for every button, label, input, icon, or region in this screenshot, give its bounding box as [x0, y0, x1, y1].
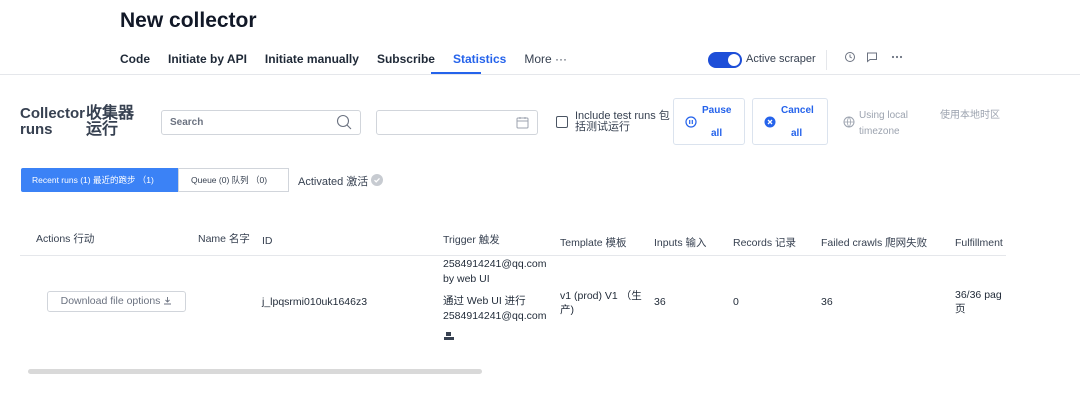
trigger-line: 2584914241@qq.com	[443, 310, 547, 322]
search-placeholder: Search	[170, 117, 204, 128]
include-test-runs-checkbox[interactable]	[556, 116, 568, 128]
toggle-knob	[728, 54, 740, 66]
date-range-input[interactable]	[376, 110, 538, 135]
tab-more[interactable]: More ···	[524, 52, 567, 66]
comment-icon[interactable]	[864, 51, 880, 67]
col-fulfillment: Fulfillment 履	[955, 237, 1006, 249]
pause-label-2: all	[711, 128, 723, 139]
row-trigger: 2584914241@qq.com by web UI 通过 Web UI 进行…	[443, 257, 553, 347]
top-nav: Code Initiate by API Initiate manually S…	[120, 52, 585, 66]
tab-initiate-manually[interactable]: Initiate manually	[265, 52, 359, 66]
local-timezone-label[interactable]: Using local timezone	[859, 108, 919, 140]
trigger-line: by web UI	[443, 273, 490, 285]
header-divider-line	[0, 74, 1080, 75]
web-ui-icon	[444, 332, 454, 340]
trigger-line: 通过 Web UI 进行	[443, 295, 526, 307]
tab-activated[interactable]: Activated 激活	[298, 173, 368, 189]
table-header-divider	[20, 255, 1006, 256]
globe-icon	[843, 116, 855, 128]
col-trigger: Trigger 触发	[443, 234, 500, 246]
page-title: New collector	[120, 9, 257, 32]
col-id: ID	[262, 235, 273, 247]
clock-icon[interactable]	[842, 51, 858, 67]
horizontal-scrollbar[interactable]	[28, 369, 482, 374]
tab-recent-runs[interactable]: Recent runs (1) 最近的跑步 （1)	[21, 168, 178, 192]
local-timezone-zh: 使用本地时区	[940, 110, 1000, 121]
calendar-icon	[516, 117, 529, 129]
tab-queue[interactable]: Queue (0) 队列 （0)	[178, 168, 289, 192]
active-scraper-label: Active scraper	[746, 53, 816, 65]
check-circle-icon	[371, 174, 383, 186]
download-icon	[164, 297, 172, 305]
cancel-all-button[interactable]: Cancel all	[752, 98, 828, 145]
col-inputs: Inputs 输入	[654, 237, 707, 249]
col-actions: Actions 行动	[36, 233, 95, 245]
col-template: Template 模板	[560, 237, 627, 249]
pause-icon	[685, 116, 697, 128]
tab-statistics[interactable]: Statistics	[453, 52, 506, 66]
header-divider	[826, 50, 827, 70]
col-name: Name 名字	[198, 233, 250, 245]
tab-code[interactable]: Code	[120, 52, 150, 66]
row-template: v1 (prod) V1 （生产)	[560, 290, 642, 316]
col-failed-crawls: Failed crawls 爬网失败	[821, 237, 928, 249]
search-icon	[336, 114, 352, 130]
active-scraper-toggle[interactable]	[708, 52, 742, 68]
download-label: Download file options	[60, 295, 161, 307]
row-failed-crawls: 36	[821, 296, 833, 308]
download-file-options-button[interactable]: Download file options	[47, 291, 186, 312]
pause-label-1: Pause	[702, 105, 732, 116]
trigger-line: 2584914241@qq.com	[443, 258, 547, 270]
more-icon[interactable]	[889, 51, 905, 67]
col-records: Records 记录	[733, 237, 797, 249]
row-records: 0	[733, 296, 739, 308]
row-id[interactable]: j_lpqsrmi010uk1646z3	[262, 296, 367, 308]
section-title-zh: 收集器运行	[86, 105, 135, 138]
cancel-label-2: all	[791, 128, 803, 139]
row-fulfillment: 36/36 pag 页	[955, 289, 1002, 315]
row-inputs: 36	[654, 296, 666, 308]
pause-all-button[interactable]: Pause all	[673, 98, 745, 145]
cancel-icon	[764, 116, 776, 128]
tab-subscribe[interactable]: Subscribe	[377, 52, 435, 66]
include-test-runs-label: Include test runs 包括测试运行	[575, 110, 670, 133]
cancel-label-1: Cancel	[781, 105, 814, 116]
tab-initiate-by-api[interactable]: Initiate by API	[168, 52, 247, 66]
search-input[interactable]: Search	[161, 110, 361, 135]
section-title-en: Collector runs	[20, 105, 86, 138]
